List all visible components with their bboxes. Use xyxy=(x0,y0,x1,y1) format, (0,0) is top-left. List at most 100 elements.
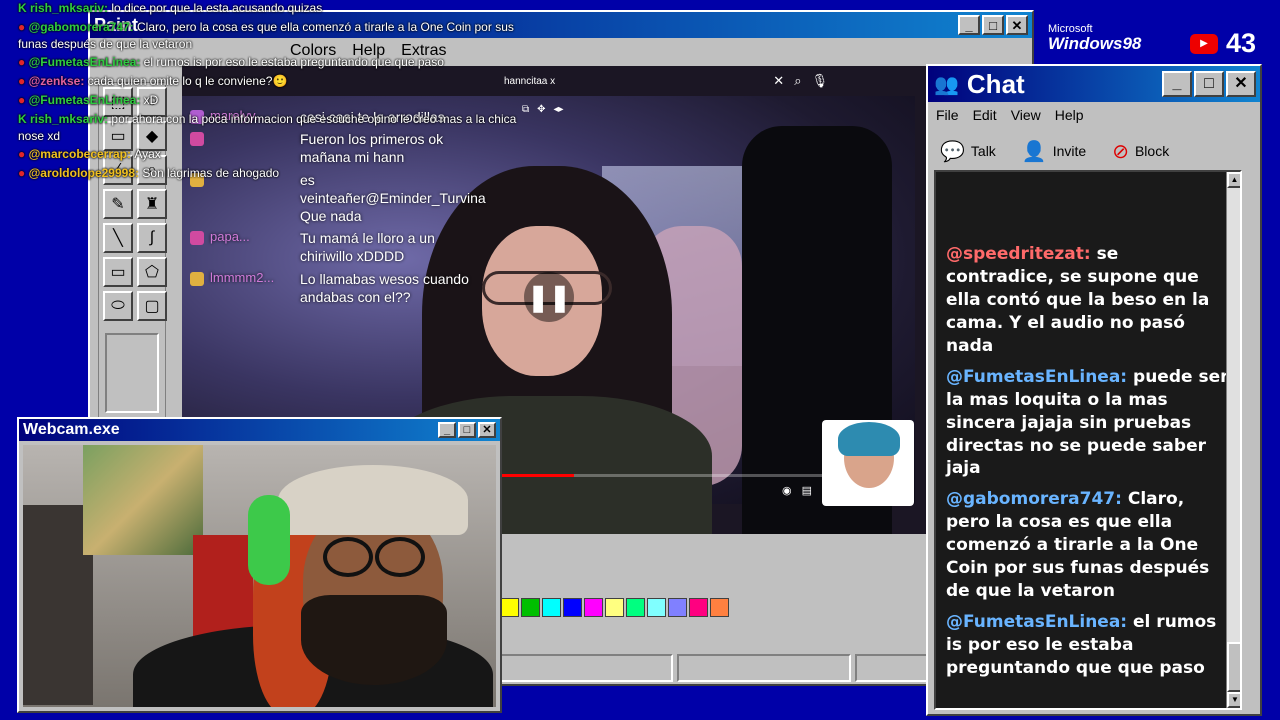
overlay-chat-user: @zenkse: xyxy=(28,74,88,89)
block-button[interactable]: ⊘ Block xyxy=(1112,139,1169,164)
chat-titlebar[interactable]: 👥 Chat _ □ ✕ xyxy=(928,66,1260,102)
color-swatch[interactable] xyxy=(563,598,582,617)
mic-icon[interactable]: 🎙 xyxy=(811,73,828,89)
chat-menubar: File Edit View Help xyxy=(928,102,1260,128)
overlay-chat-user: rish_mksariv: xyxy=(30,1,112,15)
chat-window: 👥 Chat _ □ ✕ File Edit View Help 💬 Talk 👤… xyxy=(926,64,1262,716)
viewer-count: 43 xyxy=(1226,28,1257,58)
autoplay-toggle-icon[interactable]: ◉ xyxy=(782,484,792,497)
maximize-button[interactable]: □ xyxy=(1194,71,1224,97)
overlay-chat-row: ● @zenkse: cada quien omite lo q le conv… xyxy=(18,73,518,90)
youtube-icon: ● xyxy=(18,55,29,70)
overlay-chat-user: @marcobecerrap: xyxy=(28,147,135,162)
youtube-icon: ● xyxy=(18,92,29,107)
overlay-chat-row: K rish_mksariv: por ahora con la poca in… xyxy=(18,111,518,145)
maximize-button[interactable]: □ xyxy=(982,15,1004,35)
rounded-rect-tool-icon[interactable]: ▢ xyxy=(137,291,167,321)
viewer-count-badge: ▶ 43 xyxy=(1190,28,1256,59)
minimize-button[interactable]: _ xyxy=(1162,71,1192,97)
scroll-up-icon[interactable]: ▲ xyxy=(1227,172,1240,188)
color-swatch[interactable] xyxy=(689,598,708,617)
youtube-icon: ● xyxy=(18,19,29,34)
brush-tool-icon[interactable]: ♜ xyxy=(137,189,167,219)
color-swatch[interactable] xyxy=(647,598,666,617)
polygon-tool-icon[interactable]: ⬠ xyxy=(137,257,167,287)
close-button[interactable]: ✕ xyxy=(1006,15,1028,35)
chat-username: @gabomorera747: xyxy=(946,489,1128,510)
search-icon[interactable]: ⌕ xyxy=(794,73,801,89)
video-chat-user: papa... xyxy=(210,229,250,245)
color-swatch[interactable] xyxy=(710,598,729,617)
windows98-logo: Microsoft Windows98 xyxy=(1048,23,1142,53)
twitch-icon: K xyxy=(18,1,30,15)
menu-edit[interactable]: Edit xyxy=(973,107,997,123)
youtube-icon: ● xyxy=(18,147,29,162)
audio-icon[interactable]: ◂▸ xyxy=(554,104,564,115)
menu-view[interactable]: View xyxy=(1011,107,1041,123)
overlay-chat-row: ● @FumetasEnLinea: el rumos is por eso l… xyxy=(18,54,518,71)
pencil-tool-icon[interactable]: ✎ xyxy=(103,189,133,219)
color-swatch[interactable] xyxy=(542,598,561,617)
users-icon: 👥 xyxy=(934,73,959,96)
invite-icon: 👤 xyxy=(1021,140,1047,163)
ellipse-tool-icon[interactable]: ⬭ xyxy=(103,291,133,321)
invite-button[interactable]: 👤 Invite xyxy=(1022,139,1086,164)
overlay-chat-user: rish_mksariv: xyxy=(30,111,112,126)
minimize-button[interactable]: _ xyxy=(438,422,456,438)
video-search-bar[interactable]: hanncitaa x ✕ ⌕ 🎙 xyxy=(498,70,828,92)
pause-icon[interactable]: ❚❚ xyxy=(524,272,574,322)
close-button[interactable]: ✕ xyxy=(478,422,496,438)
overlay-chat-row: K rish_mksariv: lo dice por que la esta … xyxy=(18,0,518,17)
color-swatch[interactable] xyxy=(500,598,519,617)
line-tool-icon[interactable]: ╲ xyxy=(103,223,133,253)
chat-username: @FumetasEnLinea: xyxy=(946,366,1134,387)
captions-icon[interactable]: ▤ xyxy=(802,484,812,497)
menu-help[interactable]: Help xyxy=(1055,107,1084,123)
chat-message: @FumetasEnLinea: puede ser la mas loquit… xyxy=(946,366,1232,481)
color-palette xyxy=(500,598,729,617)
scroll-down-icon[interactable]: ▼ xyxy=(1227,692,1240,708)
overlay-chat-message: el rumos is por eso le estaba preguntand… xyxy=(143,55,444,70)
overlay-chat-row: ● @aroldolope29998: Son lágrimas de ahog… xyxy=(18,165,518,182)
scroll-thumb[interactable] xyxy=(1227,642,1240,692)
chat-username: @speedritezat: xyxy=(946,244,1097,264)
overlay-chat: K rish_mksariv: lo dice por que la esta … xyxy=(18,0,518,184)
color-swatch[interactable] xyxy=(605,598,624,617)
menu-file[interactable]: File xyxy=(936,107,959,123)
talk-icon: 💬 xyxy=(940,140,965,163)
rectangle-tool-icon[interactable]: ▭ xyxy=(103,257,133,287)
video-chat-user: lmmmm2... xyxy=(210,269,275,285)
share-icon[interactable]: ⧉ xyxy=(522,104,529,115)
overlay-chat-message: Ayax xyxy=(134,147,161,162)
badge-icon xyxy=(190,231,204,246)
video-chat-row: papa... Tu mamá le lloro a un chiriwillo … xyxy=(190,229,490,265)
curve-tool-icon[interactable]: ∫ xyxy=(137,223,167,253)
status-pane xyxy=(500,654,674,682)
chat-toolbar: 💬 Talk 👤 Invite ⊘ Block xyxy=(928,128,1260,174)
minimize-button[interactable]: _ xyxy=(958,15,980,35)
webcam-feed xyxy=(23,445,496,707)
video-chat-message: Lo llamabas wesos cuando andabas con el?… xyxy=(300,270,469,305)
color-swatch[interactable] xyxy=(668,598,687,617)
color-swatch[interactable] xyxy=(521,598,540,617)
color-swatch[interactable] xyxy=(584,598,603,617)
overlay-chat-row: ● @gabomorera747: Claro, pero la cosa es… xyxy=(18,19,518,53)
talk-button[interactable]: 💬 Talk xyxy=(940,139,996,164)
maximize-button[interactable]: □ xyxy=(458,422,476,438)
overlay-chat-user: @aroldolope29998: xyxy=(28,166,143,181)
expand-icon[interactable]: ✥ xyxy=(537,104,545,115)
close-button[interactable]: ✕ xyxy=(1226,71,1256,97)
video-chat-message: Tu mamá le lloro a un chiriwillo xDDDD xyxy=(300,230,435,265)
overlay-chat-message: Son lágrimas de ahogado xyxy=(142,166,280,181)
overlay-chat-user: @FumetasEnLinea: xyxy=(28,55,144,70)
badge-icon xyxy=(190,271,204,286)
color-swatch[interactable] xyxy=(626,598,645,617)
chat-message: @gabomorera747: Claro, pero la cosa es q… xyxy=(946,488,1232,603)
tool-options[interactable] xyxy=(105,333,159,413)
chat-scrollbar[interactable]: ▲ ▼ xyxy=(1226,172,1240,708)
overlay-chat-row: ● @FumetasEnLinea: xD xyxy=(18,92,518,109)
clear-icon[interactable]: ✕ xyxy=(773,73,784,89)
status-pane xyxy=(677,654,851,682)
chat-messages: @speedritezat: se contradice, se supone … xyxy=(934,170,1242,710)
webcam-titlebar[interactable]: Webcam.exe _ □ ✕ xyxy=(19,419,500,441)
